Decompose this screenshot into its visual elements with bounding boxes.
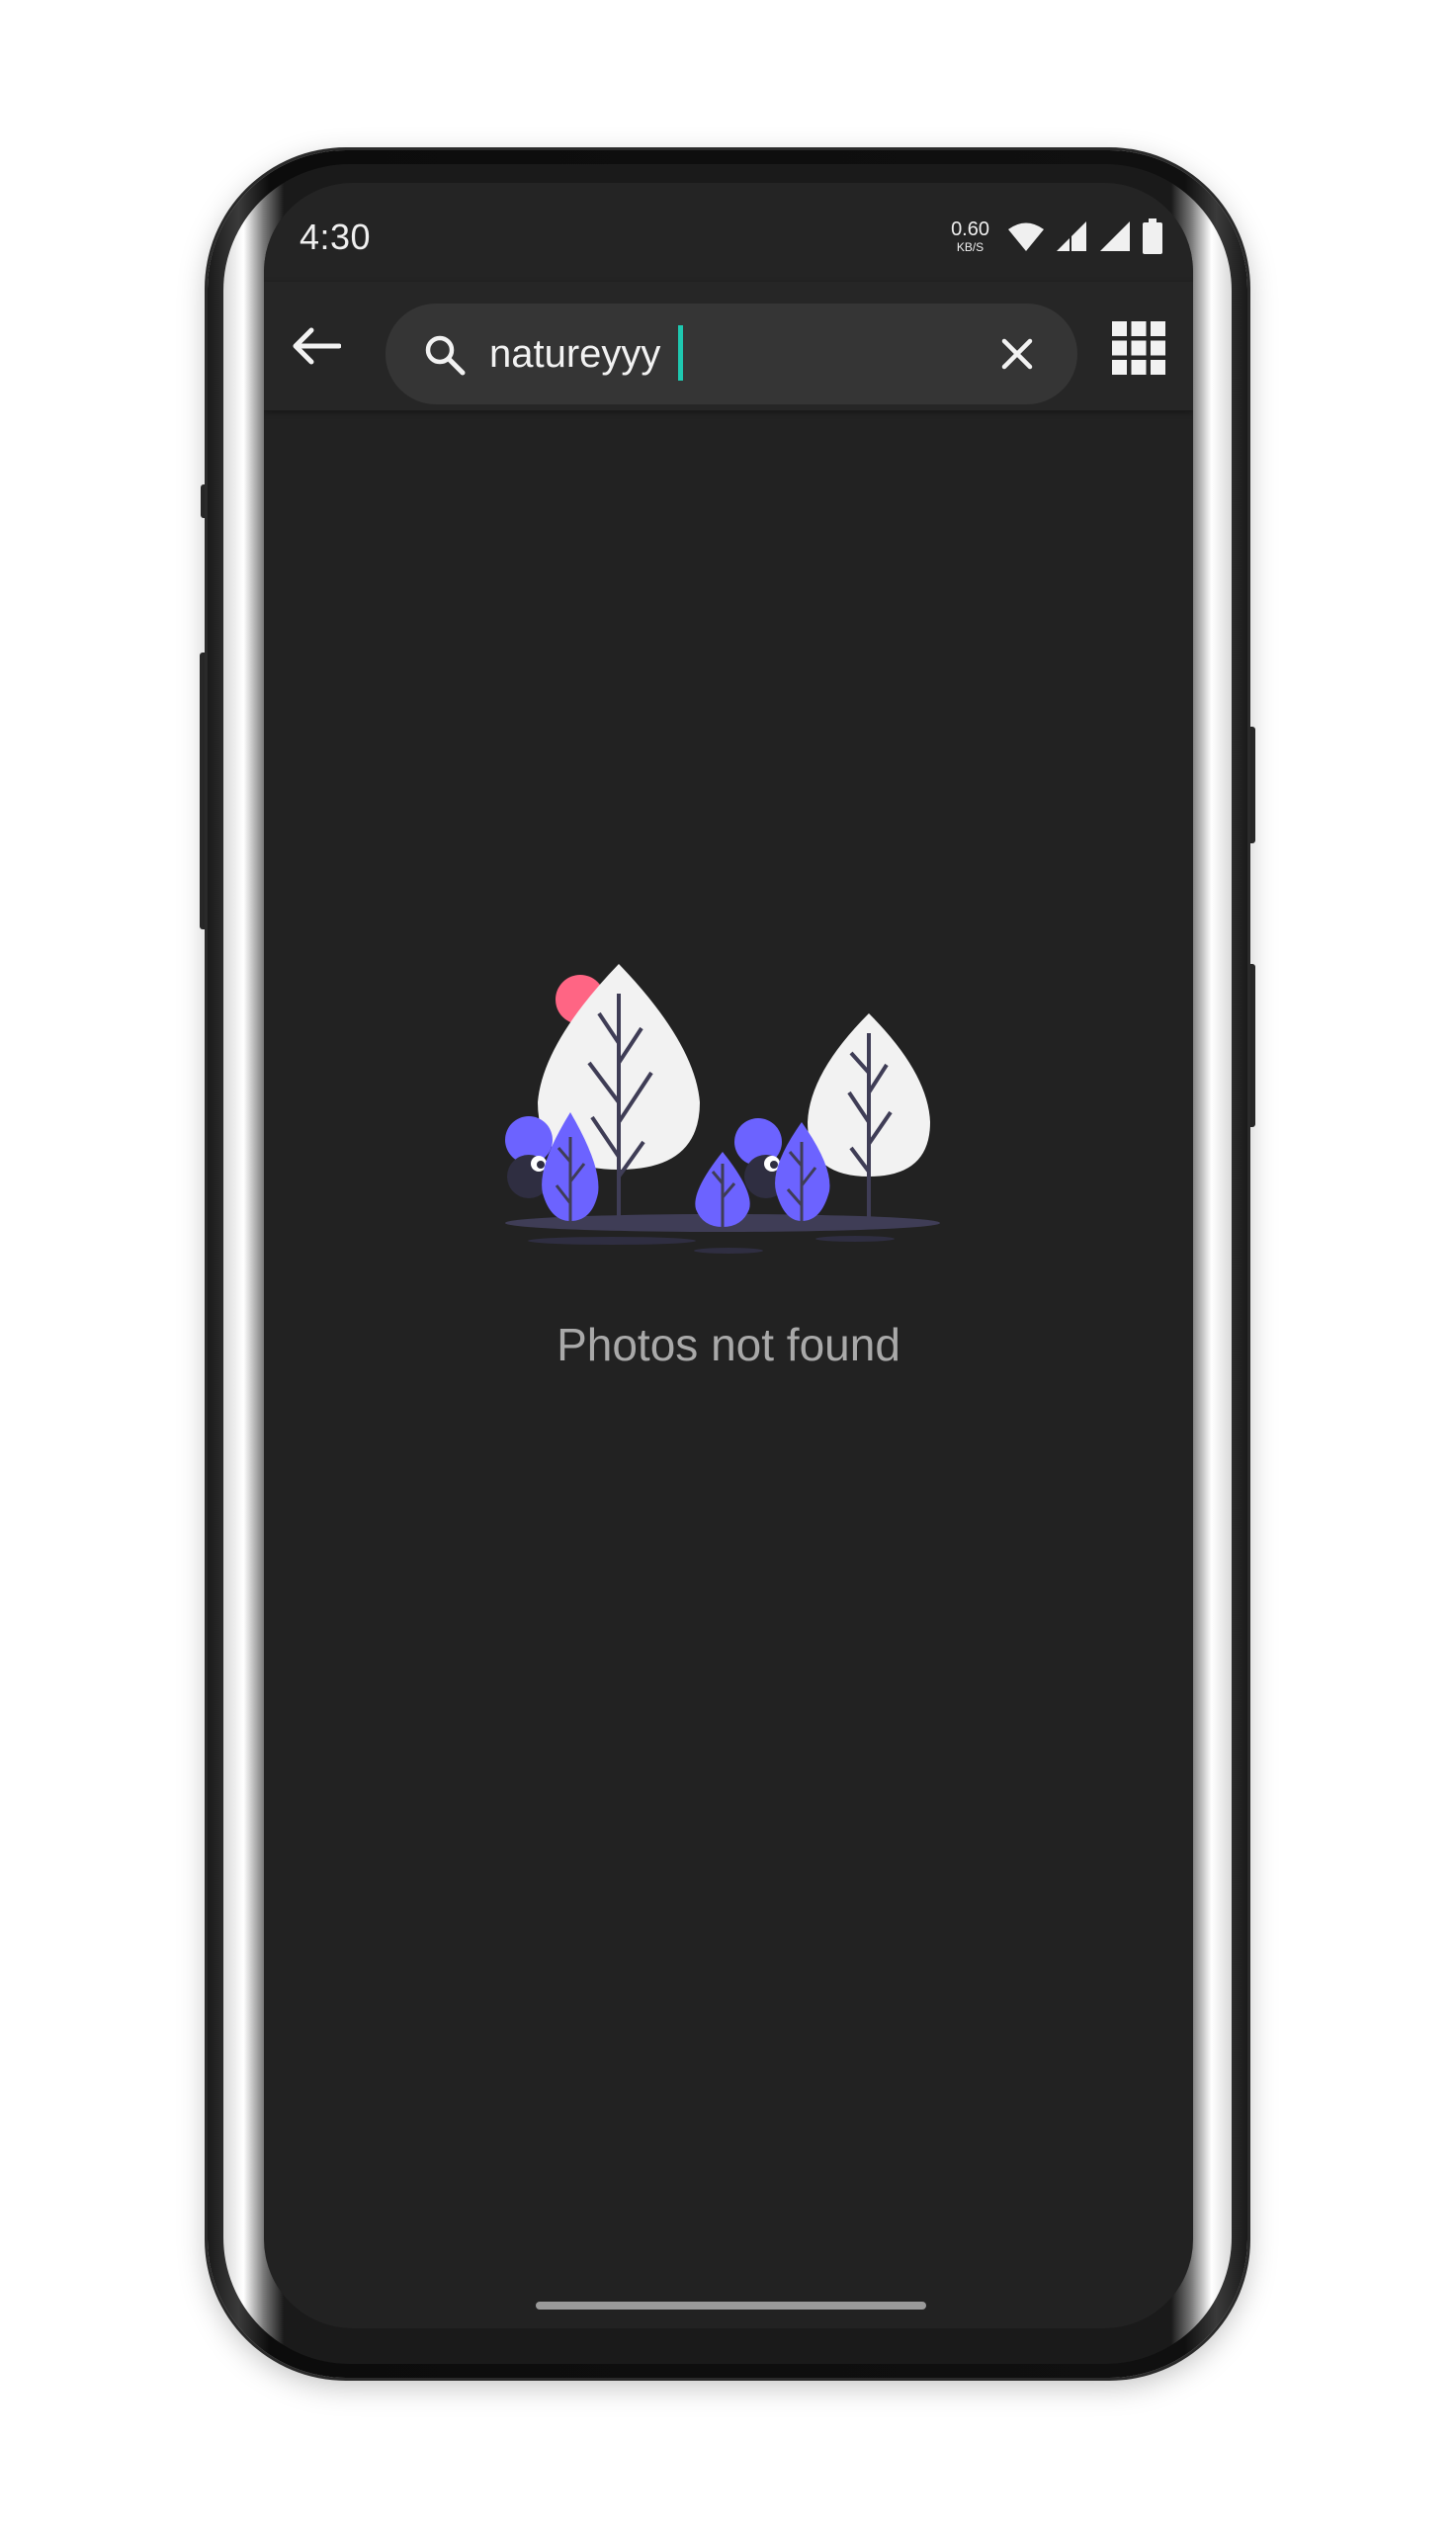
right-power-button <box>1246 964 1255 1127</box>
signal-icon <box>1100 221 1130 251</box>
phone-screen: 4:30 0.60 KB/S natureyyy Photos not foun… <box>264 183 1193 2328</box>
status-bar: 4:30 0.60 KB/S <box>264 183 1193 282</box>
text-cursor <box>678 325 683 381</box>
status-time: 4:30 <box>300 217 372 257</box>
back-button[interactable] <box>286 316 345 376</box>
network-speed: 0.60 KB/S <box>951 219 989 253</box>
network-speed-unit: KB/S <box>956 240 985 254</box>
wifi-icon <box>1008 222 1044 251</box>
search-icon <box>425 335 466 376</box>
clear-search-button[interactable] <box>994 331 1040 377</box>
trees-illustration <box>505 964 940 1254</box>
back-arrow-icon <box>293 327 341 365</box>
empty-state-message: Photos not found <box>557 1319 900 1370</box>
right-slider-button <box>1246 727 1255 843</box>
search-bar[interactable] <box>385 304 1077 404</box>
home-indicator[interactable] <box>536 2302 926 2310</box>
grid-view-icon <box>1112 321 1165 375</box>
device-mockup: 4:30 0.60 KB/S natureyyy Photos not foun… <box>0 0 1456 2531</box>
search-input[interactable] <box>489 325 954 383</box>
battery-icon <box>1143 218 1162 254</box>
status-icons: 0.60 KB/S <box>951 215 1163 258</box>
signal-icon <box>1057 221 1086 251</box>
network-speed-value: 0.60 <box>951 218 989 240</box>
grid-view-button[interactable] <box>1112 321 1165 375</box>
search-toolbar <box>264 282 1193 410</box>
close-icon <box>1001 338 1033 370</box>
